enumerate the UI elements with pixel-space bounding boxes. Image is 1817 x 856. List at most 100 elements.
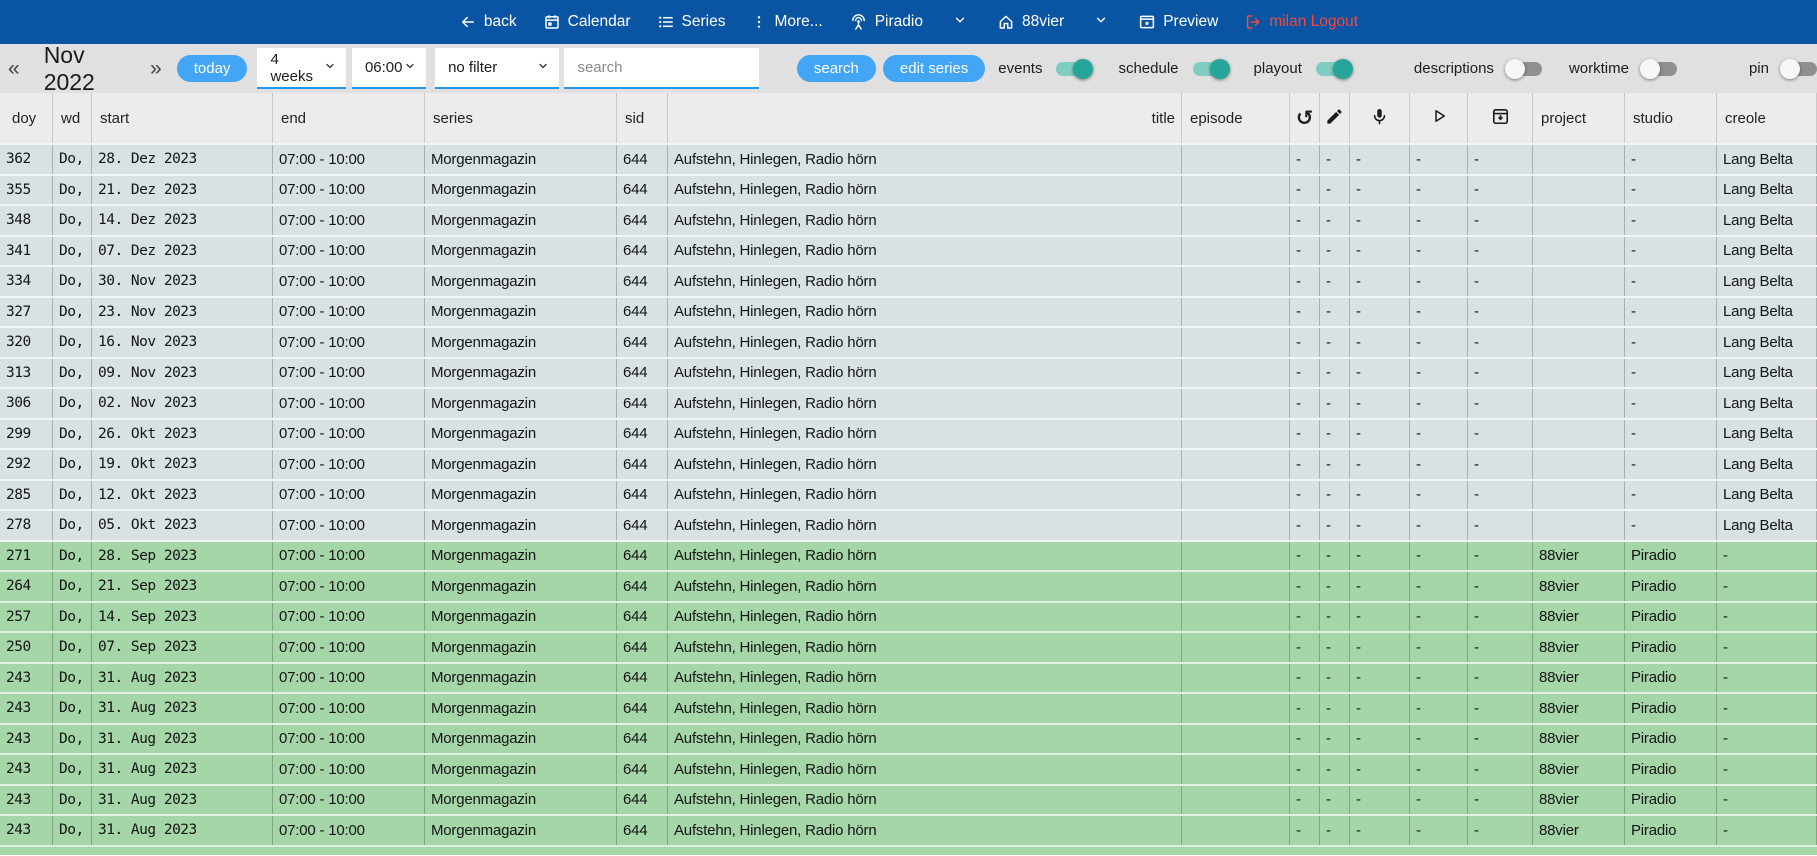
calendar-icon	[543, 13, 561, 31]
table-row[interactable]: 362 Do, 28. Dez 2023 07:00 - 10:00 Morge…	[0, 145, 1817, 176]
cell-creole: -	[1717, 786, 1817, 815]
table-row[interactable]: 355 Do, 21. Dez 2023 07:00 - 10:00 Morge…	[0, 176, 1817, 207]
cell-undo: -	[1290, 298, 1320, 327]
table-row[interactable]: 285 Do, 12. Okt 2023 07:00 - 10:00 Morge…	[0, 481, 1817, 512]
today-button[interactable]: today	[177, 55, 248, 82]
nav-station[interactable]: 88vier	[997, 13, 1064, 31]
cell-title: Aufstehn, Hinlegen, Radio hörn	[668, 603, 1182, 632]
pin-toggle[interactable]	[1783, 62, 1817, 76]
cell-sid: 644	[617, 816, 668, 845]
worktime-toggle[interactable]	[1643, 62, 1677, 76]
cell-undo: -	[1290, 206, 1320, 235]
cell-creole: -	[1717, 603, 1817, 632]
edit-series-button[interactable]: edit series	[883, 55, 985, 82]
table-row[interactable]: 243 Do, 31. Aug 2023 07:00 - 10:00 Morge…	[0, 664, 1817, 695]
cell-edit: -	[1320, 389, 1350, 418]
filter-select[interactable]: no filter	[435, 48, 559, 89]
table-row[interactable]: 334 Do, 30. Nov 2023 07:00 - 10:00 Morge…	[0, 267, 1817, 298]
cell-doy: 285	[0, 481, 53, 510]
table-row[interactable]: 348 Do, 14. Dez 2023 07:00 - 10:00 Morge…	[0, 206, 1817, 237]
cell-episode	[1182, 694, 1290, 723]
cell-doy: 243	[0, 664, 53, 693]
search-button[interactable]: search	[797, 55, 876, 82]
more-label: More...	[774, 13, 822, 31]
back-button[interactable]: back	[459, 13, 517, 31]
cell-mic: -	[1350, 755, 1410, 784]
cell-wd: Do,	[53, 725, 92, 754]
range-select[interactable]: 4 weeks	[257, 48, 346, 89]
cell-title: Aufstehn, Hinlegen, Radio hörn	[668, 176, 1182, 205]
cell-doy: 348	[0, 206, 53, 235]
table-row[interactable]: 278 Do, 05. Okt 2023 07:00 - 10:00 Morge…	[0, 511, 1817, 542]
cell-wd: Do,	[53, 664, 92, 693]
table-row[interactable]: 327 Do, 23. Nov 2023 07:00 - 10:00 Morge…	[0, 298, 1817, 329]
table-row[interactable]: 292 Do, 19. Okt 2023 07:00 - 10:00 Morge…	[0, 450, 1817, 481]
table-row[interactable]: 243 Do, 31. Aug 2023 07:00 - 10:00 Morge…	[0, 786, 1817, 817]
prev-month-button[interactable]: «	[8, 57, 20, 81]
cell-mic: -	[1350, 359, 1410, 388]
events-toggle[interactable]	[1056, 62, 1090, 76]
cell-creole: Lang Belta	[1717, 267, 1817, 296]
column-header-series: series	[425, 93, 617, 143]
cell-sid: 644	[617, 603, 668, 632]
cell-project: 88vier	[1533, 664, 1625, 693]
cell-mic: -	[1350, 298, 1410, 327]
table-row[interactable]: 299 Do, 26. Okt 2023 07:00 - 10:00 Morge…	[0, 420, 1817, 451]
cell-archive: -	[1468, 725, 1533, 754]
cell-wd: Do,	[53, 572, 92, 601]
cell-archive: -	[1468, 145, 1533, 174]
cell-edit: -	[1320, 450, 1350, 479]
table-row[interactable]: 320 Do, 16. Nov 2023 07:00 - 10:00 Morge…	[0, 328, 1817, 359]
table-row[interactable]: 257 Do, 14. Sep 2023 07:00 - 10:00 Morge…	[0, 603, 1817, 634]
cell-mic: -	[1350, 206, 1410, 235]
cell-sid: 644	[617, 298, 668, 327]
search-input[interactable]	[577, 59, 748, 76]
table-row[interactable]: 313 Do, 09. Nov 2023 07:00 - 10:00 Morge…	[0, 359, 1817, 390]
table-row[interactable]: 243 Do, 31. Aug 2023 07:00 - 10:00 Morge…	[0, 755, 1817, 786]
table-row[interactable]: 243 Do, 31. Aug 2023 07:00 - 10:00 Morge…	[0, 694, 1817, 725]
nav-piradio[interactable]: Piradio	[849, 13, 923, 32]
cell-title: Aufstehn, Hinlegen, Radio hörn	[668, 725, 1182, 754]
cell-episode	[1182, 389, 1290, 418]
cell-wd: Do,	[53, 786, 92, 815]
table-row[interactable]: 243 Do, 31. Aug 2023 07:00 - 10:00 Morge…	[0, 816, 1817, 847]
time-select[interactable]: 06:00	[352, 48, 426, 89]
cell-doy: 243	[0, 694, 53, 723]
table-row[interactable]: 341 Do, 07. Dez 2023 07:00 - 10:00 Morge…	[0, 237, 1817, 268]
cell-wd: Do,	[53, 359, 92, 388]
nav-calendar[interactable]: Calendar	[543, 13, 631, 31]
playout-toggle[interactable]	[1316, 62, 1350, 76]
descriptions-toggle[interactable]	[1508, 62, 1542, 76]
piradio-dropdown-chevron-icon[interactable]	[953, 13, 967, 32]
table-row[interactable]: 306 Do, 02. Nov 2023 07:00 - 10:00 Morge…	[0, 389, 1817, 420]
cell-sid: 644	[617, 694, 668, 723]
table-row[interactable]: 271 Do, 28. Sep 2023 07:00 - 10:00 Morge…	[0, 542, 1817, 573]
cell-start: 26. Okt 2023	[92, 420, 273, 449]
cell-start: 19. Okt 2023	[92, 450, 273, 479]
cell-series: Morgenmagazin	[425, 542, 617, 571]
cell-edit: -	[1320, 725, 1350, 754]
logout-button[interactable]: milan Logout	[1244, 13, 1358, 31]
cell-series: Morgenmagazin	[425, 816, 617, 845]
table-row[interactable]: 264 Do, 21. Sep 2023 07:00 - 10:00 Morge…	[0, 572, 1817, 603]
cell-doy: 327	[0, 298, 53, 327]
cell-series: Morgenmagazin	[425, 633, 617, 662]
nav-preview[interactable]: Preview	[1138, 13, 1218, 31]
cell-doy: 306	[0, 389, 53, 418]
cell-end: 07:00 - 10:00	[273, 450, 425, 479]
nav-series[interactable]: Series	[657, 13, 726, 31]
cell-undo: -	[1290, 725, 1320, 754]
schedule-toggle[interactable]	[1193, 62, 1227, 76]
cell-sid: 644	[617, 420, 668, 449]
cell-edit: -	[1320, 511, 1350, 540]
next-month-button[interactable]: »	[150, 57, 162, 81]
cell-play: -	[1410, 816, 1468, 845]
station-dropdown-chevron-icon[interactable]	[1094, 13, 1108, 32]
cell-edit: -	[1320, 145, 1350, 174]
table-row[interactable]: 243 Do, 31. Aug 2023 07:00 - 10:00 Morge…	[0, 725, 1817, 756]
cell-creole: -	[1717, 572, 1817, 601]
cell-episode	[1182, 664, 1290, 693]
table-row[interactable]: 250 Do, 07. Sep 2023 07:00 - 10:00 Morge…	[0, 633, 1817, 664]
cell-project	[1533, 267, 1625, 296]
nav-more[interactable]: More...	[751, 13, 822, 31]
